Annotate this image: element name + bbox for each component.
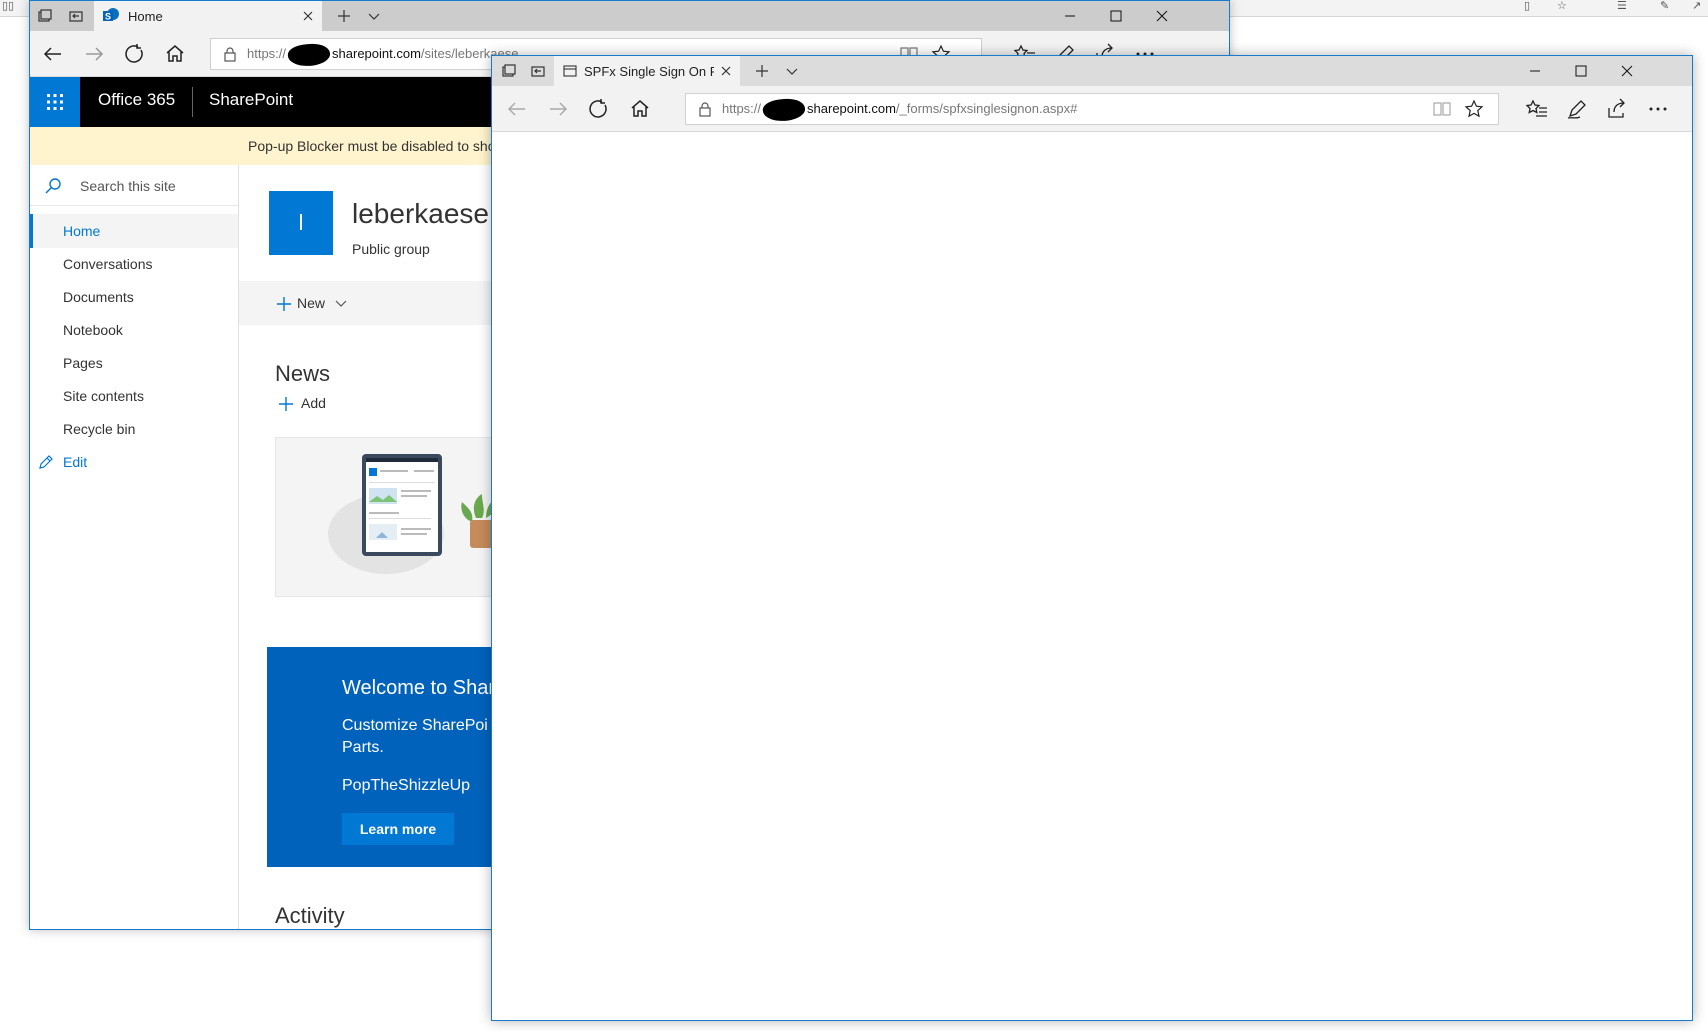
background-window-icon: ▯▯ — [2, 0, 15, 12]
minimize-button[interactable] — [1047, 1, 1093, 31]
chevron-down-icon — [335, 300, 347, 308]
new-tab-icon[interactable] — [336, 8, 352, 24]
tab-home[interactable]: S Home — [94, 1, 322, 31]
popup-navigation-bar: https://sharepoint.com/_forms/spfxsingle… — [492, 86, 1692, 132]
news-heading: News — [275, 361, 331, 386]
site-subtitle: Public group — [352, 241, 430, 257]
background-reading-view-icon: ▯ — [1524, 0, 1531, 12]
minimize-button[interactable] — [1512, 56, 1558, 86]
nav-item-site-contents[interactable]: Site contents — [30, 379, 238, 413]
popup-warning-text: Pop-up Blocker must be disabled to sho — [248, 138, 496, 154]
close-tab-icon[interactable] — [718, 63, 734, 79]
single-sign-on-popup-window: SPFx Single Sign On Rec — [491, 55, 1693, 1021]
pencil-icon — [38, 454, 54, 470]
app-launcher-waffle-icon[interactable] — [30, 77, 80, 127]
popup-tab-bar: SPFx Single Sign On Rec — [492, 56, 1692, 86]
pen-icon[interactable] — [1564, 96, 1590, 122]
popup-tab-title: SPFx Single Sign On Rec — [584, 64, 714, 79]
tab-spfx-single-sign-on[interactable]: SPFx Single Sign On Rec — [554, 56, 740, 86]
suite-separator — [192, 87, 193, 117]
forward-icon[interactable] — [81, 41, 107, 67]
new-button[interactable]: New — [277, 295, 347, 311]
nav-item-documents[interactable]: Documents — [30, 280, 238, 314]
set-aside-tabs-icon[interactable] — [68, 8, 84, 24]
popup-blank-page[interactable] — [492, 132, 1692, 1020]
welcome-title: Welcome to Shar — [342, 677, 496, 699]
close-window-button[interactable] — [1139, 1, 1185, 31]
learn-more-button[interactable]: Learn more — [342, 813, 454, 845]
background-window-strip-right — [1230, 0, 1708, 17]
refresh-icon[interactable] — [586, 96, 612, 122]
activity-heading: Activity — [275, 903, 345, 928]
tab-bar: S Home — [30, 1, 1229, 31]
sharepoint-favicon-icon: S — [102, 7, 120, 25]
popup-address-bar[interactable]: https://sharepoint.com/_forms/spfxsingle… — [685, 93, 1499, 125]
refresh-icon[interactable] — [122, 41, 148, 67]
favorite-star-icon[interactable] — [1464, 99, 1484, 119]
forward-icon[interactable] — [545, 96, 571, 122]
nav-item-recycle-bin[interactable]: Recycle bin — [30, 412, 238, 446]
edit-nav-link[interactable]: Edit — [30, 445, 238, 479]
close-tab-icon[interactable] — [300, 8, 316, 24]
favorites-hub-icon[interactable] — [1524, 96, 1550, 122]
office365-link[interactable]: Office 365 — [98, 90, 175, 110]
search-placeholder: Search this site — [80, 178, 176, 194]
popup-url-text: https://sharepoint.com/_forms/spfxsingle… — [722, 94, 1077, 124]
nav-item-pages[interactable]: Pages — [30, 346, 238, 380]
background-share-icon: ↗ — [1692, 0, 1702, 12]
welcome-line3: PopTheShizzleUp — [342, 777, 471, 794]
sharepoint-link[interactable]: SharePoint — [209, 90, 293, 110]
svg-text:S: S — [105, 12, 111, 22]
home-icon[interactable] — [627, 96, 653, 122]
search-icon — [44, 177, 62, 195]
more-icon[interactable] — [1645, 96, 1671, 122]
nav-item-conversations[interactable]: Conversations — [30, 247, 238, 281]
lock-icon — [698, 101, 712, 117]
nav-item-home[interactable]: Home — [30, 214, 238, 248]
site-logo[interactable]: l — [269, 191, 333, 255]
site-search-box[interactable]: Search this site — [30, 165, 238, 206]
background-hub-icon: ☰ — [1617, 0, 1627, 12]
add-news-button[interactable]: Add — [279, 395, 326, 411]
site-title[interactable]: leberkaese — [352, 198, 489, 230]
welcome-line1: Customize SharePoi — [342, 717, 488, 734]
plus-icon — [277, 297, 291, 311]
page-favicon-icon — [562, 63, 578, 79]
tab-title: Home — [128, 9, 163, 24]
background-favorite-icon: ☆ — [1557, 0, 1567, 12]
news-illustration — [328, 454, 500, 574]
welcome-line2: Parts. — [342, 739, 384, 756]
chevron-down-icon[interactable] — [784, 63, 800, 79]
back-icon[interactable] — [40, 41, 66, 67]
background-pen-icon: ✎ — [1660, 0, 1670, 12]
tab-actions-icon[interactable] — [500, 63, 516, 79]
share-icon[interactable] — [1604, 96, 1630, 122]
maximize-button[interactable] — [1558, 56, 1604, 86]
home-icon[interactable] — [162, 41, 188, 67]
plus-icon — [279, 397, 293, 411]
maximize-button[interactable] — [1093, 1, 1139, 31]
news-placeholder-card — [275, 437, 507, 597]
url-text: https://sharepoint.com/sites/leberkaese — [247, 39, 518, 69]
nav-item-notebook[interactable]: Notebook — [30, 313, 238, 347]
chevron-down-icon[interactable] — [366, 8, 382, 24]
back-icon[interactable] — [504, 96, 530, 122]
lock-icon — [223, 46, 237, 62]
reading-view-icon[interactable] — [1432, 100, 1452, 118]
tab-actions-icon[interactable] — [36, 8, 52, 24]
redaction-scribble — [761, 95, 807, 124]
new-tab-icon[interactable] — [754, 63, 770, 79]
left-navigation: Search this site Home Conversations Docu… — [30, 165, 239, 929]
close-window-button[interactable] — [1604, 56, 1650, 86]
set-aside-tabs-icon[interactable] — [530, 63, 546, 79]
redaction-scribble — [286, 40, 332, 69]
